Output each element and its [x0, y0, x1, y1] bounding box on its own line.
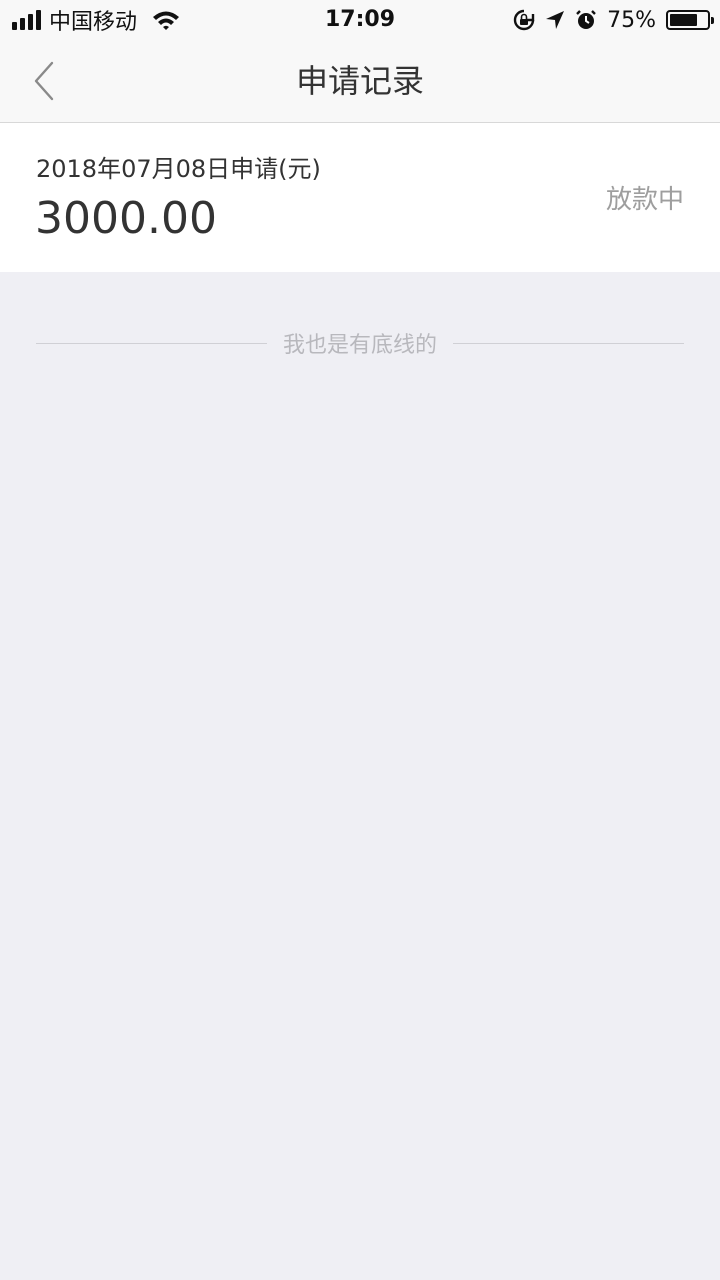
record-item[interactable]: 2018年07月08日申请(元) 3000.00 放款中 [0, 123, 720, 272]
status-right: 75% [513, 0, 714, 40]
battery-fill [670, 14, 697, 26]
end-of-list-indicator: 我也是有底线的 [36, 326, 685, 360]
divider-right [453, 342, 685, 344]
alarm-icon [576, 10, 596, 29]
location-arrow-icon [546, 11, 565, 29]
record-status: 放款中 [605, 185, 684, 215]
battery-percent: 75% [607, 7, 656, 33]
record-date: 2018年07月08日申请(元) [36, 155, 321, 183]
nav-bar: 申请记录 [0, 40, 720, 123]
status-bar: 中国移动 17:09 75% [0, 0, 720, 40]
page-title: 申请记录 [295, 62, 424, 100]
battery-nub [711, 17, 714, 24]
rotation-lock-icon [513, 9, 535, 31]
end-of-list-text: 我也是有底线的 [283, 333, 438, 358]
divider-left [36, 342, 267, 344]
battery-icon [666, 10, 714, 30]
record-amount: 3000.00 [35, 193, 217, 244]
